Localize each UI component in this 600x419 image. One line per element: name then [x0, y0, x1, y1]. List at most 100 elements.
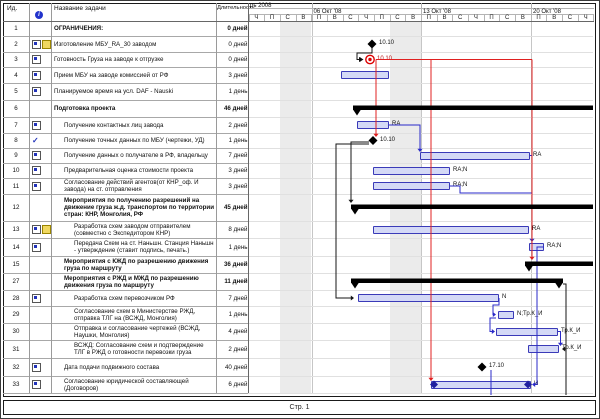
task-name-cell[interactable]: Получение контактных лиц завода — [64, 117, 216, 133]
task-name-cell[interactable]: Мероприятия с КЖД по разрешению движения… — [64, 256, 216, 273]
table-row[interactable]: 31 ВСЖД: Согласование схем и подтверждени… — [3, 340, 248, 358]
duration-cell[interactable]: 1 день — [216, 238, 251, 256]
task-id-cell[interactable]: 33 — [3, 376, 29, 393]
task-name-cell[interactable]: Получение точных данных по МБУ (чертежи,… — [64, 133, 216, 148]
duration-cell[interactable]: 0 дней — [216, 52, 251, 67]
indicator-cell[interactable] — [30, 83, 54, 100]
table-row[interactable]: 27 Мероприятия с РЖД и МЖД по разрешению … — [3, 273, 248, 290]
indicator-cell[interactable] — [30, 376, 54, 393]
gantt-task-bar[interactable] — [528, 345, 559, 353]
table-row[interactable]: 15 Мероприятия с КЖД по разрешению движен… — [3, 256, 248, 273]
table-row[interactable]: 5 Планируемое время на усл. DAF - Nauski1… — [3, 83, 248, 100]
task-id-cell[interactable]: 29 — [3, 306, 29, 323]
task-name-cell[interactable]: Разработка схем заводом отправителем (со… — [74, 221, 216, 238]
task-name-cell[interactable]: ОГРАНИЧЕНИЯ: — [54, 21, 216, 36]
table-row[interactable]: 9 Получение данных о получателе в РФ, вла… — [3, 148, 248, 163]
duration-cell[interactable]: 36 дней — [216, 256, 251, 273]
table-row[interactable]: 2Изготовление МБУ_RA_30 заводом0 дней — [3, 36, 248, 52]
duration-cell[interactable]: 8 дней — [216, 221, 251, 238]
table-row[interactable]: 1ОГРАНИЧЕНИЯ:0 дней — [3, 21, 248, 36]
task-id-cell[interactable]: 9 — [3, 148, 29, 163]
task-name-cell[interactable]: Разработка схем перевозчиком РФ — [74, 290, 216, 306]
task-name-cell[interactable]: Согласование схем в Министерстве РЖД, от… — [74, 306, 216, 323]
task-name-cell[interactable]: Мероприятия по получению разрешений на д… — [64, 194, 216, 221]
indicator-cell[interactable] — [30, 340, 54, 358]
task-id-cell[interactable]: 3 — [3, 52, 29, 67]
indicator-cell[interactable] — [30, 194, 54, 221]
table-row[interactable]: 28 Разработка схем перевозчиком РФ7 дней — [3, 290, 248, 306]
task-name-cell[interactable]: Согласование действий агентов(от КНР_оф.… — [64, 178, 216, 194]
table-row[interactable]: 11 Согласование действий агентов(от КНР_о… — [3, 178, 248, 194]
duration-cell[interactable]: 1 день — [216, 306, 251, 323]
table-row[interactable]: 12 Мероприятия по получению разрешений на… — [3, 194, 248, 221]
table-row[interactable]: 7Получение контактных лиц завода2 дней — [3, 117, 248, 133]
table-row[interactable]: 13 Разработка схем заводом отправителем (… — [3, 221, 248, 238]
table-row[interactable]: 8✓ Получение точных данных по МБУ (чертеж… — [3, 133, 248, 148]
task-id-cell[interactable]: 12 — [3, 194, 29, 221]
duration-cell[interactable]: 0 дней — [216, 21, 251, 36]
duration-cell[interactable]: 1 день — [216, 133, 251, 148]
duration-cell[interactable]: 0 дней — [216, 36, 251, 52]
indicator-cell[interactable] — [30, 323, 54, 340]
task-name-cell[interactable]: Получение данных о получателе в РФ, влад… — [64, 148, 216, 163]
task-id-cell[interactable]: 31 — [3, 340, 29, 358]
task-id-cell[interactable]: 8 — [3, 133, 29, 148]
duration-cell[interactable]: 3 дней — [216, 67, 251, 83]
task-name-cell[interactable]: Передача Схем на ст. Наньшн. Станция Нан… — [74, 238, 216, 256]
table-row[interactable]: 33 Согласование юридической составляющей … — [3, 376, 248, 393]
table-row[interactable]: 30Отправка и согласование чертежей (ВСЖД… — [3, 323, 248, 340]
task-id-cell[interactable]: 6 — [3, 100, 29, 117]
gantt-task-bar[interactable] — [357, 121, 389, 129]
table-row[interactable]: 6Подготовка проекта46 дней — [3, 100, 248, 117]
indicator-cell[interactable] — [30, 36, 54, 52]
indicator-cell[interactable] — [30, 67, 54, 83]
indicator-cell[interactable] — [30, 163, 54, 178]
duration-cell[interactable]: 4 дней — [216, 323, 251, 340]
duration-cell[interactable]: 6 дней — [216, 376, 251, 393]
task-name-cell[interactable]: Согласование юридической составляющей (Д… — [64, 376, 216, 393]
task-id-cell[interactable]: 32 — [3, 358, 29, 376]
table-row[interactable]: 3 Готовность Груза на заводе к отгрузке0 … — [3, 52, 248, 67]
task-id-cell[interactable]: 28 — [3, 290, 29, 306]
duration-cell[interactable]: 46 дней — [216, 100, 251, 117]
indicator-cell[interactable] — [30, 148, 54, 163]
duration-cell[interactable]: 11 дней — [216, 273, 251, 290]
gantt-task-bar[interactable] — [431, 381, 531, 389]
task-name-cell[interactable]: Планируемое время на усл. DAF - Nauski — [54, 83, 216, 100]
table-row[interactable]: 14Передача Схем на ст. Наньшн. Станция Н… — [3, 238, 248, 256]
indicator-cell[interactable] — [30, 358, 54, 376]
gantt-task-bar[interactable] — [498, 311, 514, 319]
indicator-cell[interactable] — [30, 178, 54, 194]
task-name-cell[interactable]: Изготовление МБУ_RA_30 заводом — [54, 36, 216, 52]
duration-cell[interactable]: 3 дней — [216, 163, 251, 178]
indicator-cell[interactable] — [30, 117, 54, 133]
task-name-cell[interactable]: Мероприятия с РЖД и МЖД по разрешению дв… — [64, 273, 216, 290]
gantt-task-bar[interactable] — [341, 71, 389, 79]
task-id-cell[interactable]: 11 — [3, 178, 29, 194]
indicator-cell[interactable] — [30, 238, 54, 256]
gantt-task-bar[interactable] — [529, 243, 544, 251]
table-row[interactable]: 29 Согласование схем в Министерстве РЖД, … — [3, 306, 248, 323]
task-name-cell[interactable]: Прием МБУ на заводе комиссией от РФ — [54, 67, 216, 83]
indicator-cell[interactable] — [30, 256, 54, 273]
indicator-cell[interactable] — [30, 100, 54, 117]
indicator-cell[interactable]: ✓ — [30, 133, 54, 148]
task-name-cell[interactable]: ВСЖД: Согласование схем и подтверждение … — [74, 340, 216, 358]
table-row[interactable]: 4Прием МБУ на заводе комиссией от РФ3 дн… — [3, 67, 248, 83]
task-id-cell[interactable]: 13 — [3, 221, 29, 238]
duration-cell[interactable]: 7 дней — [216, 290, 251, 306]
gantt-task-bar[interactable] — [373, 167, 450, 175]
gantt-task-bar[interactable] — [496, 328, 558, 336]
task-name-cell[interactable]: Готовность Груза на заводе к отгрузке — [54, 52, 216, 67]
task-id-cell[interactable]: 5 — [3, 83, 29, 100]
task-id-cell[interactable]: 15 — [3, 256, 29, 273]
task-id-cell[interactable]: 27 — [3, 273, 29, 290]
gantt-task-bar[interactable] — [373, 226, 529, 234]
duration-cell[interactable]: 45 дней — [216, 194, 251, 221]
task-name-cell[interactable]: Отправка и согласование чертежей (ВСЖД, … — [74, 323, 216, 340]
duration-cell[interactable]: 3 дней — [216, 178, 251, 194]
indicator-cell[interactable] — [30, 306, 54, 323]
indicator-cell[interactable] — [30, 273, 54, 290]
duration-cell[interactable]: 1 день — [216, 83, 251, 100]
gantt-task-bar[interactable] — [358, 294, 499, 302]
